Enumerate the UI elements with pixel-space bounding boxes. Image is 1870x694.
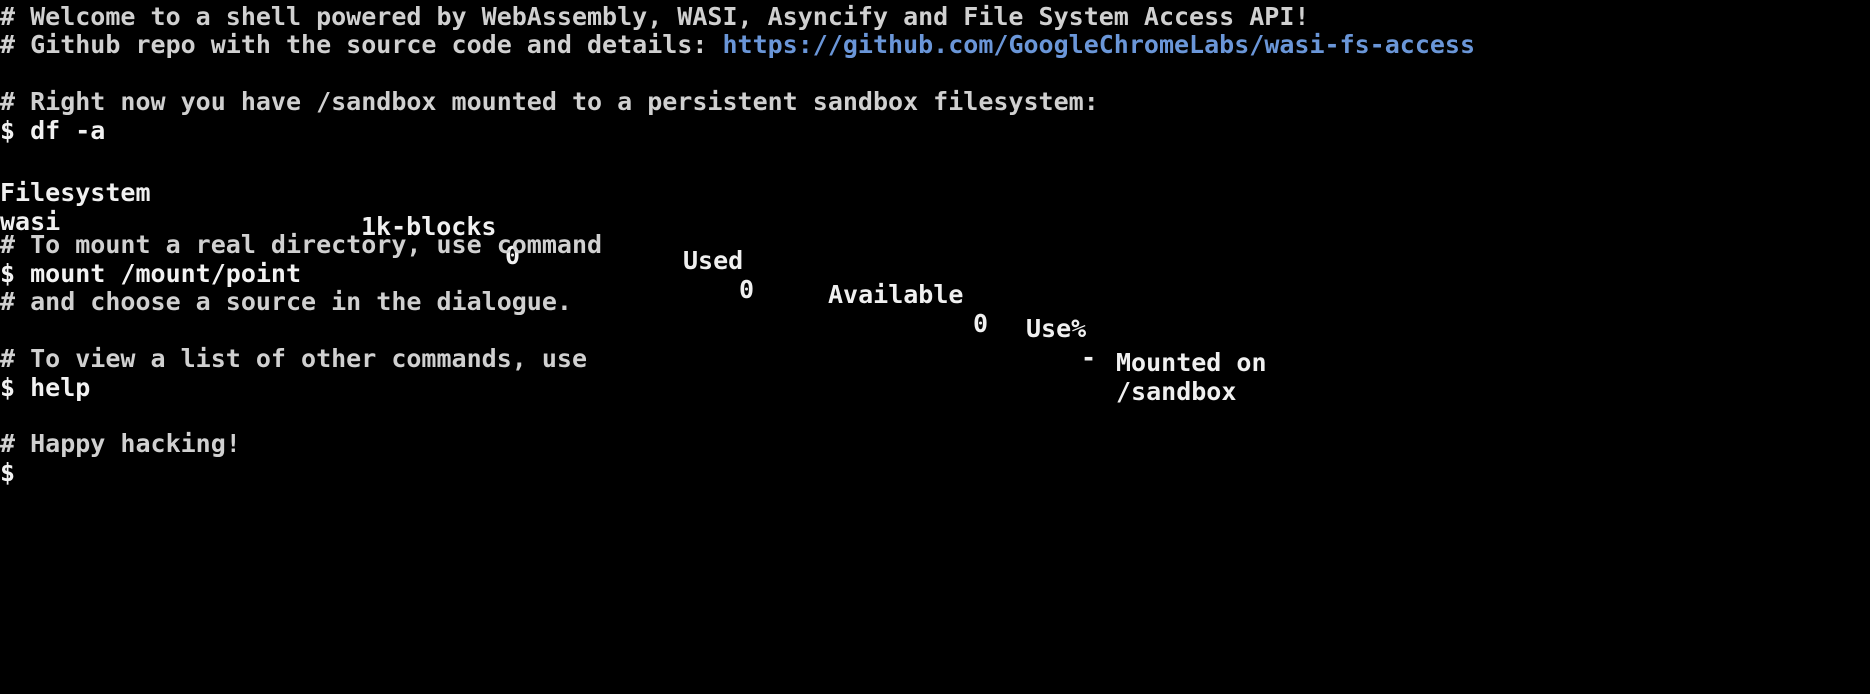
- help-command-line: $ help: [0, 373, 91, 402]
- dialogue-note-line: # and choose a source in the dialogue.: [0, 287, 572, 316]
- df-header-used: Used: [683, 246, 744, 275]
- repo-link[interactable]: https://github.com/GoogleChromeLabs/wasi…: [722, 30, 1475, 59]
- sandbox-note-line: # Right now you have /sandbox mounted to…: [0, 87, 1099, 116]
- df-cell-use-percent: -: [1081, 343, 1097, 372]
- happy-hacking-line: # Happy hacking!: [0, 429, 241, 458]
- repo-line-prefix: # Github repo with the source code and d…: [0, 30, 723, 59]
- df-header-available: Available: [828, 280, 964, 309]
- shell-prompt[interactable]: $: [0, 456, 15, 490]
- df-cell-available: 0: [973, 309, 989, 338]
- df-cell-used: 0: [739, 275, 755, 304]
- df-cell-mounted-on: /sandbox: [1116, 377, 1237, 406]
- repo-line: # Github repo with the source code and d…: [0, 28, 1475, 62]
- df-header-use-percent: Use%: [1026, 314, 1087, 343]
- terminal-window[interactable]: # Welcome to a shell powered by WebAssem…: [0, 0, 1870, 694]
- df-table-row: wasi 0 0 0 - /sandbox: [0, 171, 1870, 406]
